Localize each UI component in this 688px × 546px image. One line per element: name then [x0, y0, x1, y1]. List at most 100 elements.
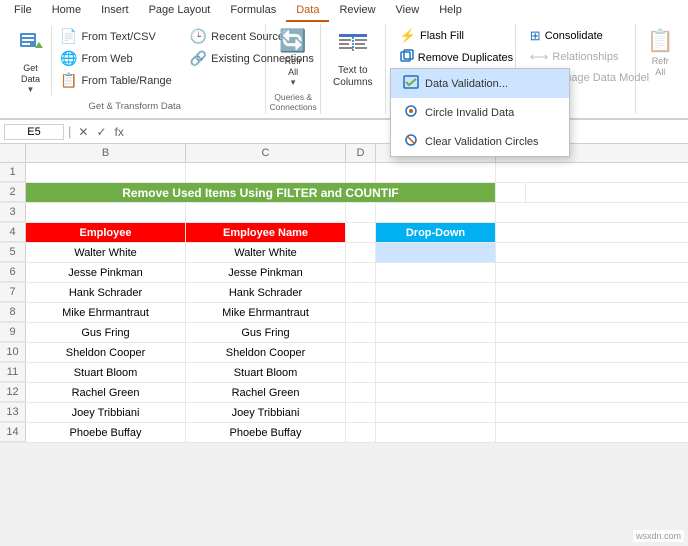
cell-e7[interactable] — [376, 283, 496, 302]
from-web-button[interactable]: 🌐 From Web — [54, 48, 178, 69]
formula-bar: E5 | ✕ ✓ fx — [0, 120, 688, 144]
cell-b12[interactable]: Rachel Green — [26, 383, 186, 402]
cell-b14[interactable]: Phoebe Buffay — [26, 423, 186, 442]
refresh-all-button[interactable]: 🔄 RefrAll ▼ — [273, 26, 313, 89]
from-table-button[interactable]: 📋 From Table/Range — [54, 70, 178, 91]
tab-file[interactable]: File — [4, 0, 42, 22]
cell-d6[interactable] — [346, 263, 376, 282]
cell-b5[interactable]: Walter White — [26, 243, 186, 262]
header-dropdown[interactable]: Drop-Down — [376, 223, 496, 242]
cell-reference-box[interactable]: E5 — [4, 124, 64, 140]
cell-c13[interactable]: Joey Tribbiani — [186, 403, 346, 422]
dropdown-clear-circles[interactable]: Clear Validation Circles — [391, 127, 569, 156]
cell-d8[interactable] — [346, 303, 376, 322]
cell-c7[interactable]: Hank Schrader — [186, 283, 346, 302]
cell-b9[interactable]: Gus Fring — [26, 323, 186, 342]
cell-b3[interactable] — [26, 203, 186, 222]
cell-b7[interactable]: Hank Schrader — [26, 283, 186, 302]
cell-c8[interactable]: Mike Ehrmantraut — [186, 303, 346, 322]
cell-d3[interactable] — [346, 203, 376, 222]
cell-c11[interactable]: Stuart Bloom — [186, 363, 346, 382]
clear-circles-label: Clear Validation Circles — [425, 136, 539, 148]
consolidate-label: Consolidate — [545, 30, 603, 42]
cell-d1[interactable] — [346, 163, 376, 182]
tab-page-layout[interactable]: Page Layout — [139, 0, 221, 22]
table-row: 6 Jesse Pinkman Jesse Pinkman — [0, 263, 688, 283]
outline-button[interactable]: 📋 RefrAll — [640, 26, 680, 80]
col-header-b[interactable]: B — [26, 144, 186, 162]
cell-d2[interactable] — [496, 183, 526, 202]
cell-e8[interactable] — [376, 303, 496, 322]
cell-d13[interactable] — [346, 403, 376, 422]
text-to-columns-button[interactable]: Text toColumns — [325, 26, 381, 93]
table-row: 3 — [0, 203, 688, 223]
cell-e11[interactable] — [376, 363, 496, 382]
table-row: 12 Rachel Green Rachel Green — [0, 383, 688, 403]
insert-function-button[interactable]: fx — [112, 125, 127, 139]
cell-b10[interactable]: Sheldon Cooper — [26, 343, 186, 362]
cell-b1[interactable] — [26, 163, 186, 182]
dropdown-circle-invalid[interactable]: Circle Invalid Data — [391, 98, 569, 127]
dropdown-data-validation[interactable]: Data Validation... — [391, 69, 569, 98]
relationships-button[interactable]: ⟷ Relationships — [524, 47, 625, 67]
tab-review[interactable]: Review — [329, 0, 385, 22]
corner-cell — [0, 144, 26, 162]
cell-b6[interactable]: Jesse Pinkman — [26, 263, 186, 282]
cell-e13[interactable] — [376, 403, 496, 422]
cell-b11[interactable]: Stuart Bloom — [26, 363, 186, 382]
header-employee[interactable]: Employee — [26, 223, 186, 242]
cell-e5[interactable] — [376, 243, 496, 262]
title-cell[interactable]: Remove Used Items Using FILTER and COUNT… — [26, 183, 496, 202]
cell-c1[interactable] — [186, 163, 346, 182]
cancel-formula-button[interactable]: ✕ — [75, 125, 91, 139]
from-text-csv-button[interactable]: 📄 From Text/CSV — [54, 26, 178, 47]
cell-e9[interactable] — [376, 323, 496, 342]
tab-insert[interactable]: Insert — [91, 0, 139, 22]
cell-c10[interactable]: Sheldon Cooper — [186, 343, 346, 362]
cell-e3[interactable] — [376, 203, 496, 222]
get-data-button[interactable]: GetData ▼ — [12, 26, 52, 96]
cell-b8[interactable]: Mike Ehrmantraut — [26, 303, 186, 322]
flash-fill-button[interactable]: ⚡ Flash Fill — [394, 26, 470, 46]
tab-help[interactable]: Help — [429, 0, 472, 22]
row-header-13: 13 — [0, 403, 26, 422]
cell-e10[interactable] — [376, 343, 496, 362]
row-header-8: 8 — [0, 303, 26, 322]
cell-d4[interactable] — [346, 223, 376, 242]
group-get-transform: GetData ▼ 📄 From Text/CSV 🌐 From Web 📋 — [4, 24, 266, 114]
col-header-d[interactable]: D — [346, 144, 376, 162]
cell-e12[interactable] — [376, 383, 496, 402]
cell-c12[interactable]: Rachel Green — [186, 383, 346, 402]
cell-c6[interactable]: Jesse Pinkman — [186, 263, 346, 282]
cell-d9[interactable] — [346, 323, 376, 342]
consolidate-button[interactable]: ⊞ Consolidate — [524, 26, 609, 46]
cell-e1[interactable] — [376, 163, 496, 182]
cell-d14[interactable] — [346, 423, 376, 442]
cell-c5[interactable]: Walter White — [186, 243, 346, 262]
remove-duplicates-button[interactable]: Remove Duplicates — [394, 47, 519, 68]
recent-sources-icon: 🕒 — [190, 28, 207, 45]
cell-d10[interactable] — [346, 343, 376, 362]
cell-e14[interactable] — [376, 423, 496, 442]
cell-b13[interactable]: Joey Tribbiani — [26, 403, 186, 422]
header-employee-name[interactable]: Employee Name — [186, 223, 346, 242]
cell-c9[interactable]: Gus Fring — [186, 323, 346, 342]
from-table-label: From Table/Range — [81, 75, 171, 87]
clear-circles-icon — [403, 132, 419, 151]
confirm-formula-button[interactable]: ✓ — [93, 125, 109, 139]
tab-formulas[interactable]: Formulas — [220, 0, 286, 22]
cell-c3[interactable] — [186, 203, 346, 222]
cell-d7[interactable] — [346, 283, 376, 302]
cell-d11[interactable] — [346, 363, 376, 382]
cell-e6[interactable] — [376, 263, 496, 282]
col-header-c[interactable]: C — [186, 144, 346, 162]
cell-c14[interactable]: Phoebe Buffay — [186, 423, 346, 442]
data-validation-dropdown: Data Validation... Circle Invalid Data C… — [390, 68, 570, 157]
tab-home[interactable]: Home — [42, 0, 91, 22]
tab-data[interactable]: Data — [286, 0, 329, 22]
cell-d12[interactable] — [346, 383, 376, 402]
row-header-12: 12 — [0, 383, 26, 402]
cell-d5[interactable] — [346, 243, 376, 262]
tab-view[interactable]: View — [386, 0, 430, 22]
row-header-14: 14 — [0, 423, 26, 442]
